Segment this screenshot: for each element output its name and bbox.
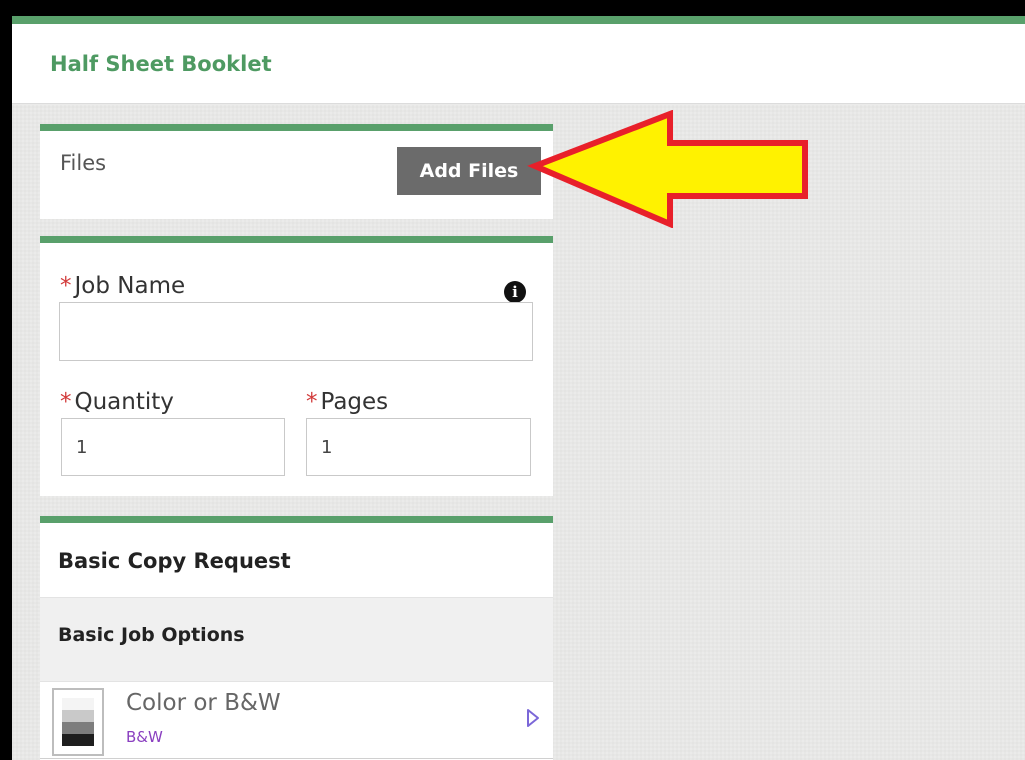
bw-swatch-icon bbox=[52, 688, 104, 756]
arrow-callout-icon bbox=[527, 110, 808, 228]
window-left-border bbox=[0, 0, 12, 760]
header-accent-bar bbox=[12, 16, 1025, 24]
pages-label-text: Pages bbox=[320, 389, 389, 415]
job-details-card: *Job Name i *Quantity *Pages bbox=[40, 236, 553, 496]
job-options-header: Basic Job Options bbox=[40, 597, 553, 681]
files-card: Files Add Files bbox=[40, 124, 553, 219]
required-marker: * bbox=[60, 273, 72, 299]
job-name-label-text: Job Name bbox=[74, 273, 186, 299]
job-name-label: * Job Name bbox=[60, 273, 185, 299]
pages-label: * Pages bbox=[306, 389, 388, 415]
info-icon[interactable]: i bbox=[504, 281, 526, 303]
window-top-border bbox=[0, 0, 1025, 16]
chevron-right-icon bbox=[527, 709, 539, 727]
required-marker: * bbox=[60, 389, 72, 415]
page-title: Half Sheet Booklet bbox=[50, 52, 272, 76]
required-marker: * bbox=[306, 389, 318, 415]
add-files-button[interactable]: Add Files bbox=[397, 147, 541, 195]
header: Half Sheet Booklet bbox=[12, 24, 1025, 104]
job-name-input[interactable] bbox=[59, 302, 533, 361]
option-color-or-bw[interactable]: Color or B&W B&W bbox=[40, 681, 553, 759]
option-label: Color or B&W bbox=[126, 690, 281, 716]
basic-copy-request-card: Basic Copy Request Basic Job Options Col… bbox=[40, 516, 553, 760]
section-title: Basic Copy Request bbox=[58, 549, 291, 573]
files-label: Files bbox=[60, 151, 107, 175]
quantity-input[interactable] bbox=[61, 418, 285, 476]
quantity-label: * Quantity bbox=[60, 389, 174, 415]
quantity-label-text: Quantity bbox=[74, 389, 174, 415]
pages-input[interactable] bbox=[306, 418, 531, 476]
option-value: B&W bbox=[126, 728, 163, 746]
job-options-title: Basic Job Options bbox=[58, 624, 245, 646]
